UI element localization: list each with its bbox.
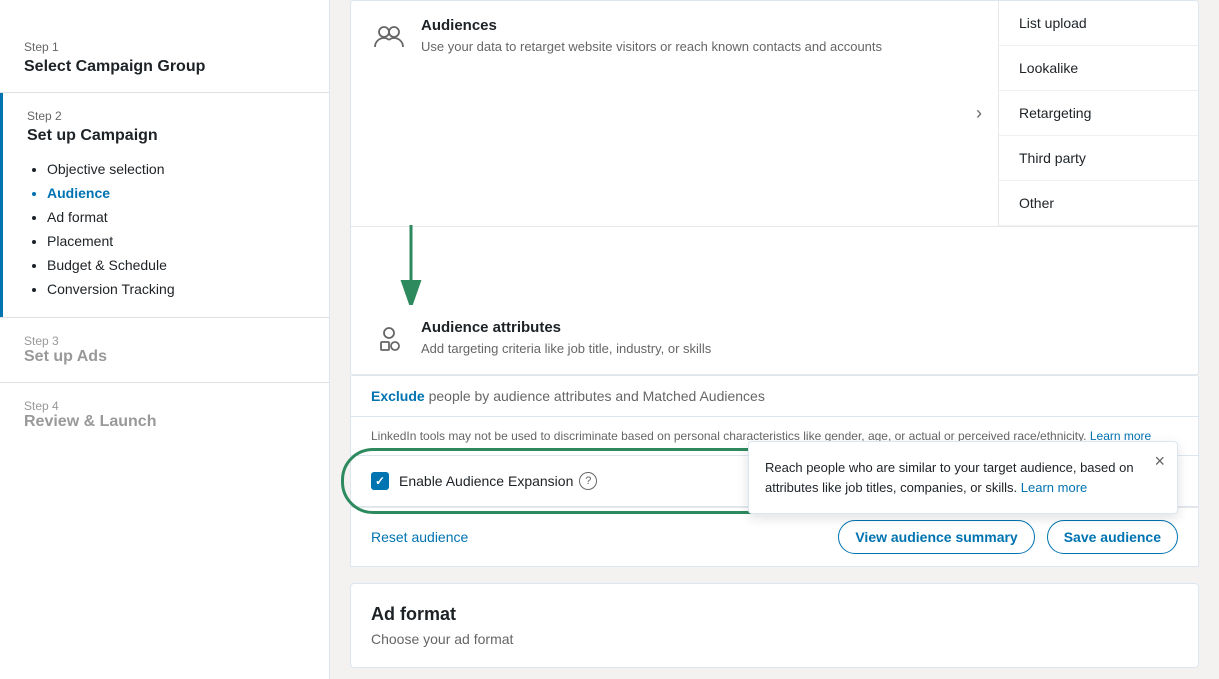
audiences-row: Audiences Use your data to retarget webs… bbox=[351, 1, 1198, 227]
step4-title: Review & Launch bbox=[24, 413, 305, 431]
exclude-link[interactable]: Exclude bbox=[371, 388, 425, 404]
step3-title: Set up Ads bbox=[24, 348, 305, 366]
nav-list: Objective selection Audience Ad format P… bbox=[27, 157, 305, 301]
step4-block: Step 4 Review & Launch bbox=[0, 383, 329, 447]
tooltip-close[interactable]: × bbox=[1154, 452, 1165, 470]
audiences-chevron: › bbox=[976, 1, 998, 226]
audiences-option[interactable]: Audiences Use your data to retarget webs… bbox=[351, 1, 976, 226]
audience-attributes-row: Audience attributes Add targeting criter… bbox=[351, 303, 1198, 375]
step2-title: Set up Campaign bbox=[27, 127, 305, 145]
step2-label: Step 2 bbox=[27, 109, 305, 123]
nav-item-conversion[interactable]: Conversion Tracking bbox=[47, 277, 305, 301]
main-content: Audiences Use your data to retarget webs… bbox=[330, 0, 1219, 679]
audience-attributes-info: Audience attributes Add targeting criter… bbox=[421, 319, 711, 358]
step2-block: Step 2 Set up Campaign Objective selecti… bbox=[0, 93, 329, 317]
action-row: Reset audience View audience summary Sav… bbox=[350, 507, 1199, 567]
audiences-submenu: List upload Lookalike Retargeting Third … bbox=[998, 1, 1198, 226]
exclude-row: Exclude people by audience attributes an… bbox=[350, 376, 1199, 417]
audiences-title: Audiences bbox=[421, 17, 882, 34]
submenu-retargeting[interactable]: Retargeting bbox=[999, 91, 1198, 136]
ad-format-title: Ad format bbox=[371, 604, 1178, 625]
ad-format-section: Ad format Choose your ad format bbox=[350, 583, 1199, 668]
tooltip-learn-more[interactable]: Learn more bbox=[1021, 480, 1087, 495]
reset-audience-link[interactable]: Reset audience bbox=[371, 529, 468, 545]
step1-label: Step 1 bbox=[24, 40, 305, 54]
expansion-label: Enable Audience Expansion bbox=[399, 473, 573, 489]
help-icon[interactable]: ? bbox=[579, 472, 597, 490]
expansion-tooltip: × Reach people who are similar to your t… bbox=[748, 441, 1178, 514]
ad-format-subtitle: Choose your ad format bbox=[371, 631, 1178, 647]
audiences-icon bbox=[371, 19, 407, 55]
nav-item-budget[interactable]: Budget & Schedule bbox=[47, 253, 305, 277]
audience-panel: Audiences Use your data to retarget webs… bbox=[350, 0, 1199, 376]
expansion-checkbox[interactable] bbox=[371, 472, 389, 490]
nav-item-objective[interactable]: Objective selection bbox=[47, 157, 305, 181]
view-audience-summary-button[interactable]: View audience summary bbox=[838, 520, 1034, 554]
submenu-other[interactable]: Other bbox=[999, 181, 1198, 226]
audiences-info: Audiences Use your data to retarget webs… bbox=[421, 17, 882, 56]
down-arrow-annotation bbox=[381, 225, 441, 305]
submenu-lookalike[interactable]: Lookalike bbox=[999, 46, 1198, 91]
sidebar: Step 1 Select Campaign Group Step 2 Set … bbox=[0, 0, 330, 679]
audience-attributes-description: Add targeting criteria like job title, i… bbox=[421, 340, 711, 358]
step3-label: Step 3 bbox=[24, 334, 305, 348]
save-audience-button[interactable]: Save audience bbox=[1047, 520, 1178, 554]
nav-item-ad-format[interactable]: Ad format bbox=[47, 205, 305, 229]
step3-block: Step 3 Set up Ads bbox=[0, 318, 329, 382]
submenu-third-party[interactable]: Third party bbox=[999, 136, 1198, 181]
exclude-text: people by audience attributes and Matche… bbox=[425, 388, 765, 404]
nav-item-audience[interactable]: Audience bbox=[47, 181, 305, 205]
step1-block: Step 1 Select Campaign Group bbox=[0, 24, 329, 92]
audiences-description: Use your data to retarget website visito… bbox=[421, 38, 882, 56]
step4-label: Step 4 bbox=[24, 399, 305, 413]
audience-attributes-option[interactable]: Audience attributes Add targeting criter… bbox=[351, 303, 1198, 374]
nav-item-placement[interactable]: Placement bbox=[47, 229, 305, 253]
audience-attributes-icon bbox=[371, 321, 407, 357]
expansion-row: Enable Audience Expansion ? × Reach peop… bbox=[350, 456, 1199, 507]
step1-title: Select Campaign Group bbox=[24, 58, 305, 76]
submenu-list-upload[interactable]: List upload bbox=[999, 1, 1198, 46]
audience-attributes-title: Audience attributes bbox=[421, 319, 711, 336]
arrow-annotation-container bbox=[351, 225, 1198, 305]
